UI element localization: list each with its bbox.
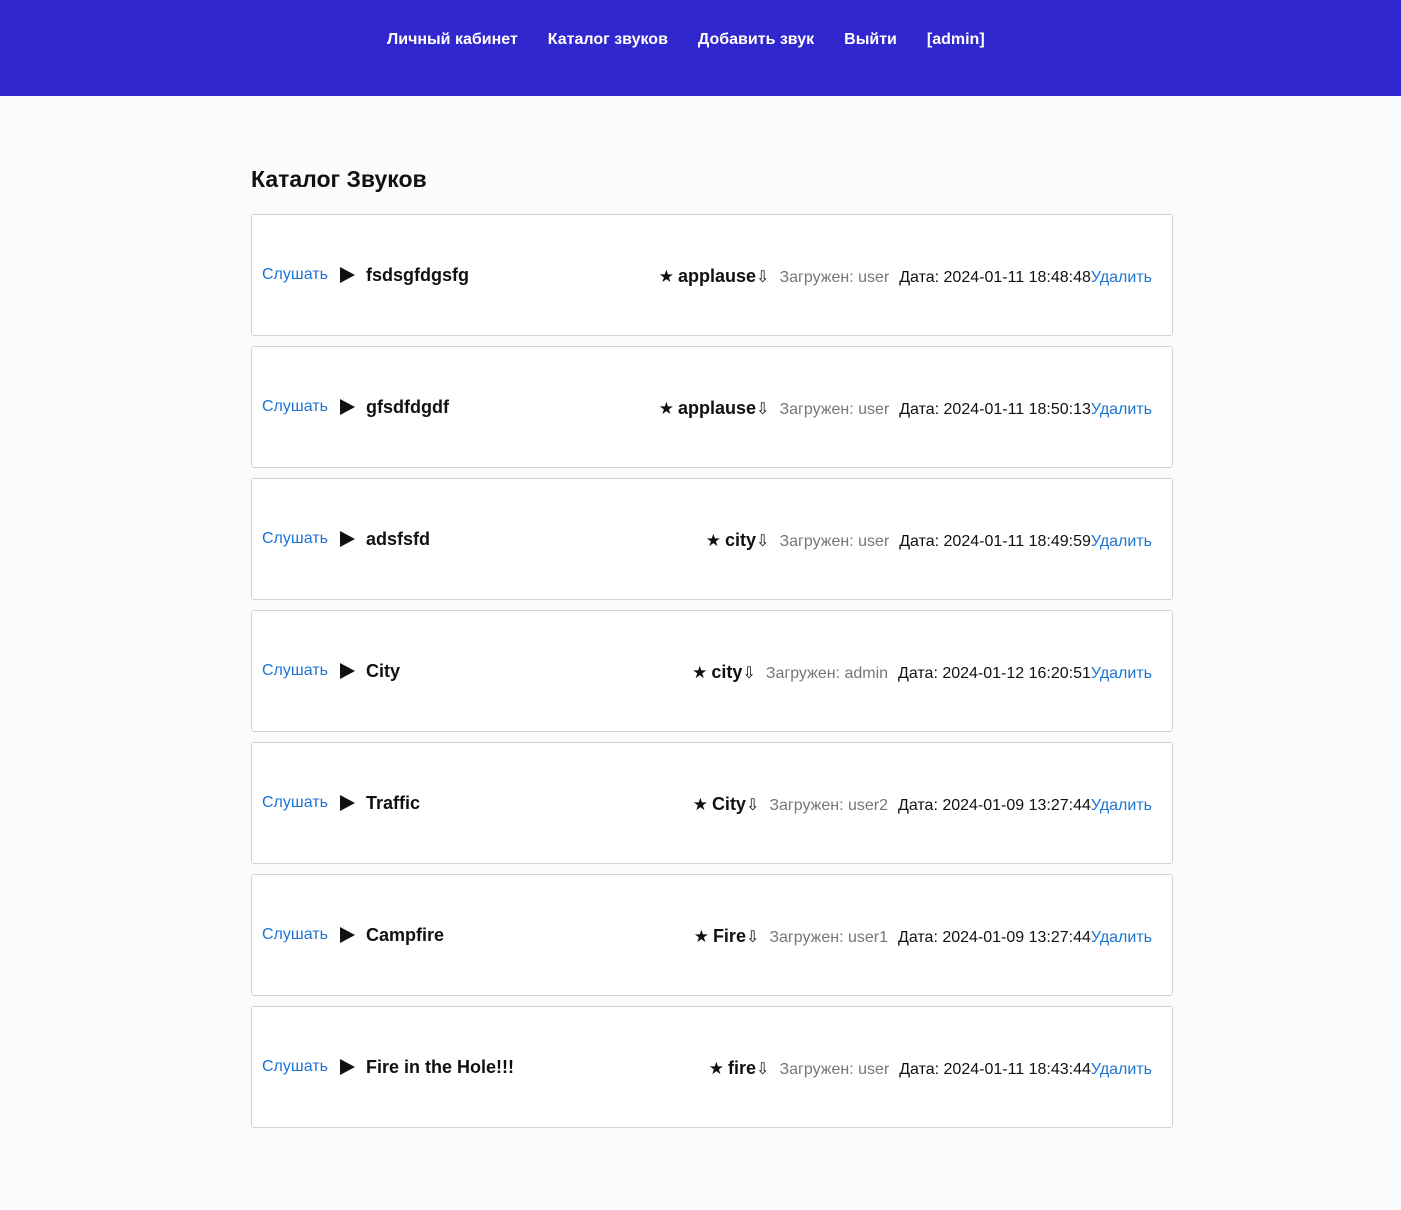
- download-icon[interactable]: ⇩: [746, 796, 759, 816]
- uploaded-by: Загружен: admin: [765, 665, 889, 682]
- delete-link[interactable]: Удалить: [1091, 1060, 1152, 1080]
- listen-link[interactable]: Слушать: [262, 397, 328, 417]
- main-nav: Личный кабинет Каталог звуков Добавить з…: [387, 30, 985, 50]
- play-icon[interactable]: [340, 531, 355, 547]
- star-icon[interactable]: ★: [692, 663, 707, 683]
- listen-link[interactable]: Слушать: [262, 265, 328, 285]
- upload-date: Дата: 2024-01-09 13:27:44: [898, 797, 1091, 814]
- delete-link[interactable]: Удалить: [1091, 268, 1152, 288]
- listen-link[interactable]: Слушать: [262, 793, 328, 813]
- sound-category: city: [725, 530, 757, 550]
- play-icon[interactable]: [340, 927, 355, 943]
- delete-link[interactable]: Удалить: [1091, 928, 1152, 948]
- sound-category: applause: [678, 398, 757, 418]
- play-icon[interactable]: [340, 795, 355, 811]
- upload-date: Дата: 2024-01-11 18:48:48: [899, 269, 1091, 286]
- listen-link[interactable]: Слушать: [262, 529, 328, 549]
- uploaded-by: Загружен: user: [779, 401, 890, 418]
- uploaded-by: Загружен: user2: [769, 797, 889, 814]
- uploaded-by: Загружен: user1: [769, 929, 889, 946]
- sound-category: fire: [728, 1058, 757, 1078]
- download-icon[interactable]: ⇩: [756, 400, 769, 420]
- upload-date: Дата: 2024-01-11 18:49:59: [899, 533, 1091, 550]
- download-icon[interactable]: ⇩: [756, 1060, 769, 1080]
- download-icon[interactable]: ⇩: [742, 664, 755, 684]
- sound-card: Слушать adsfsfd ★ city ⇩ Загружен: user …: [251, 478, 1173, 600]
- upload-date: Дата: 2024-01-11 18:43:44: [899, 1061, 1091, 1078]
- nav-personal-account[interactable]: Личный кабинет: [387, 30, 518, 50]
- play-icon[interactable]: [340, 663, 355, 679]
- listen-link[interactable]: Слушать: [262, 925, 328, 945]
- sound-meta: ★ City ⇩ Загружен: user2 Дата: 2024-01-0…: [693, 794, 1152, 816]
- sound-title: gfsdfdgdf: [366, 397, 449, 417]
- star-icon[interactable]: ★: [709, 1059, 724, 1079]
- delete-link[interactable]: Удалить: [1091, 796, 1152, 816]
- sound-title: City: [366, 661, 401, 681]
- play-icon[interactable]: [340, 1059, 355, 1075]
- download-icon[interactable]: ⇩: [756, 268, 769, 288]
- delete-link[interactable]: Удалить: [1091, 532, 1152, 552]
- sound-category: Fire: [712, 926, 746, 946]
- sound-title: Campfire: [366, 925, 445, 945]
- sound-category: City: [711, 794, 746, 814]
- star-icon[interactable]: ★: [659, 267, 674, 287]
- sound-meta: ★ Fire ⇩ Загружен: user1 Дата: 2024-01-0…: [694, 926, 1152, 948]
- sound-category: city: [711, 662, 743, 682]
- nav-user-badge[interactable]: [admin]: [927, 30, 985, 50]
- sound-title: Fire in the Hole!!!: [366, 1057, 514, 1077]
- main-content: Каталог Звуков Слушать fsdsgfdgsfg ★ app…: [251, 163, 1173, 1138]
- sound-title: fsdsgfdgsfg: [366, 265, 469, 285]
- sound-card: Слушать fsdsgfdgsfg ★ applause ⇩ Загруже…: [251, 214, 1173, 336]
- sound-title: adsfsfd: [366, 529, 431, 549]
- uploaded-by: Загружен: user: [779, 1061, 890, 1078]
- uploaded-by: Загружен: user: [779, 533, 890, 550]
- upload-date: Дата: 2024-01-12 16:20:51: [898, 665, 1091, 682]
- download-icon[interactable]: ⇩: [746, 928, 759, 948]
- nav-add-sound[interactable]: Добавить звук: [698, 30, 814, 50]
- sound-title: Traffic: [366, 793, 421, 813]
- sound-list: Слушать fsdsgfdgsfg ★ applause ⇩ Загруже…: [251, 214, 1173, 1128]
- star-icon[interactable]: ★: [694, 927, 709, 947]
- listen-link[interactable]: Слушать: [262, 1057, 328, 1077]
- delete-link[interactable]: Удалить: [1091, 400, 1152, 420]
- upload-date: Дата: 2024-01-09 13:27:44: [898, 929, 1091, 946]
- star-icon[interactable]: ★: [706, 531, 721, 551]
- sound-meta: ★ applause ⇩ Загружен: user Дата: 2024-0…: [659, 398, 1152, 420]
- header-bar: Личный кабинет Каталог звуков Добавить з…: [0, 0, 1401, 96]
- sound-category: applause: [678, 266, 757, 286]
- star-icon[interactable]: ★: [693, 795, 708, 815]
- sound-meta: ★ city ⇩ Загружен: user Дата: 2024-01-11…: [706, 530, 1152, 552]
- sound-card: Слушать Campfire ★ Fire ⇩ Загружен: user…: [251, 874, 1173, 996]
- nav-sound-catalog[interactable]: Каталог звуков: [548, 30, 668, 50]
- play-icon[interactable]: [340, 267, 355, 283]
- page-title: Каталог Звуков: [251, 166, 427, 192]
- sound-card: Слушать Fire in the Hole!!! ★ fire ⇩ Заг…: [251, 1006, 1173, 1128]
- play-icon[interactable]: [340, 399, 355, 415]
- uploaded-by: Загружен: user: [779, 269, 890, 286]
- listen-link[interactable]: Слушать: [262, 661, 328, 681]
- upload-date: Дата: 2024-01-11 18:50:13: [899, 401, 1091, 418]
- sound-card: Слушать Traffic ★ City ⇩ Загружен: user2…: [251, 742, 1173, 864]
- sound-meta: ★ city ⇩ Загружен: admin Дата: 2024-01-1…: [692, 662, 1152, 684]
- download-icon[interactable]: ⇩: [756, 532, 769, 552]
- sound-meta: ★ fire ⇩ Загружен: user Дата: 2024-01-11…: [709, 1058, 1152, 1080]
- delete-link[interactable]: Удалить: [1091, 664, 1152, 684]
- sound-card: Слушать City ★ city ⇩ Загружен: admin Да…: [251, 610, 1173, 732]
- star-icon[interactable]: ★: [659, 399, 674, 419]
- nav-logout[interactable]: Выйти: [844, 30, 897, 50]
- sound-card: Слушать gfsdfdgdf ★ applause ⇩ Загружен:…: [251, 346, 1173, 468]
- sound-meta: ★ applause ⇩ Загружен: user Дата: 2024-0…: [659, 266, 1152, 288]
